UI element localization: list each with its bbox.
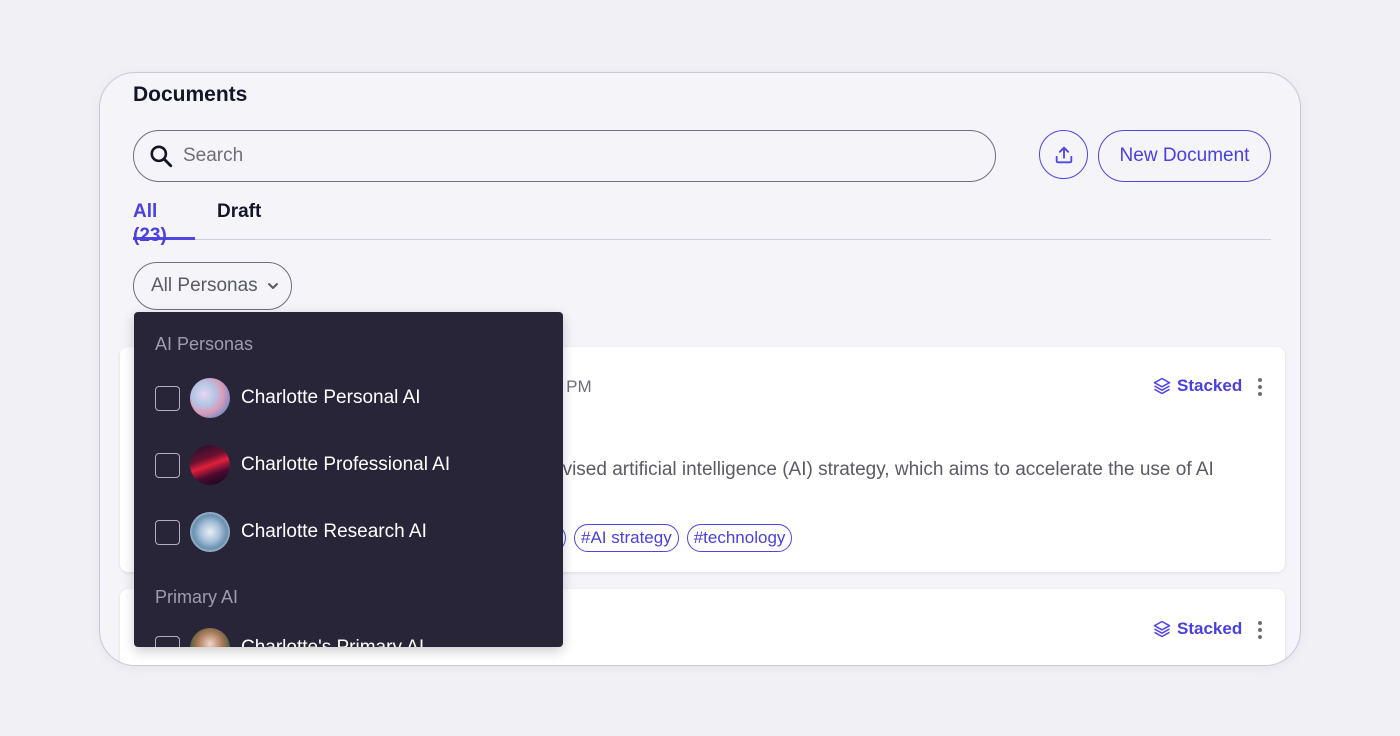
search-bar[interactable] (133, 130, 996, 182)
new-document-button[interactable]: New Document (1098, 130, 1271, 182)
persona-dropdown-menu: AI Personas Charlotte Personal AI Charlo… (134, 312, 563, 647)
persona-option[interactable]: Charlotte Personal AI (155, 378, 421, 418)
tab-all[interactable]: All (23) (133, 200, 195, 246)
tag-list: e #AI strategy #technology (552, 524, 793, 552)
document-summary: evised artificial intelligence (AI) stra… (552, 459, 1214, 480)
persona-filter-dropdown[interactable]: All Personas (133, 262, 292, 310)
search-input[interactable] (183, 145, 963, 167)
persona-checkbox[interactable] (155, 635, 180, 647)
persona-option-label: Charlotte's Primary AI (241, 637, 424, 647)
stacked-status[interactable]: Stacked (1152, 619, 1242, 639)
tag-chip[interactable]: #technology (686, 524, 793, 552)
tag-chip[interactable]: #AI strategy (574, 524, 679, 552)
persona-checkbox[interactable] (155, 519, 180, 545)
persona-option[interactable]: Charlotte's Primary AI (155, 628, 424, 647)
stacked-status[interactable]: Stacked (1152, 376, 1242, 396)
page-background: Documents New Document All (23) Draft Al… (0, 0, 1400, 736)
more-options-icon[interactable] (1250, 375, 1270, 399)
more-options-icon[interactable] (1250, 618, 1270, 642)
upload-icon (1055, 146, 1072, 163)
tab-bar: All (23) Draft (133, 200, 1271, 246)
chevron-down-icon (267, 283, 278, 289)
persona-option-label: Charlotte Professional AI (241, 454, 451, 475)
persona-filter-label: All Personas (151, 275, 258, 296)
persona-option-label: Charlotte Personal AI (241, 387, 421, 408)
search-icon (150, 145, 173, 168)
avatar (190, 628, 230, 647)
avatar (190, 445, 230, 485)
tab-draft[interactable]: Draft (217, 200, 261, 240)
persona-checkbox[interactable] (155, 385, 180, 411)
layers-icon (1153, 620, 1171, 638)
persona-option-label: Charlotte Research AI (241, 521, 427, 542)
avatar (190, 378, 230, 418)
stacked-label: Stacked (1177, 619, 1243, 638)
documents-panel: Documents New Document All (23) Draft Al… (99, 72, 1301, 666)
page-title: Documents (133, 83, 248, 106)
stacked-label: Stacked (1177, 376, 1243, 395)
avatar (190, 512, 230, 552)
layers-icon (1153, 377, 1171, 395)
persona-checkbox[interactable] (155, 452, 180, 478)
upload-button[interactable] (1039, 130, 1088, 179)
persona-option[interactable]: Charlotte Research AI (155, 512, 427, 552)
dropdown-section-title: AI Personas (155, 334, 254, 354)
dropdown-section-title: Primary AI (155, 587, 239, 607)
persona-option[interactable]: Charlotte Professional AI (155, 445, 450, 485)
